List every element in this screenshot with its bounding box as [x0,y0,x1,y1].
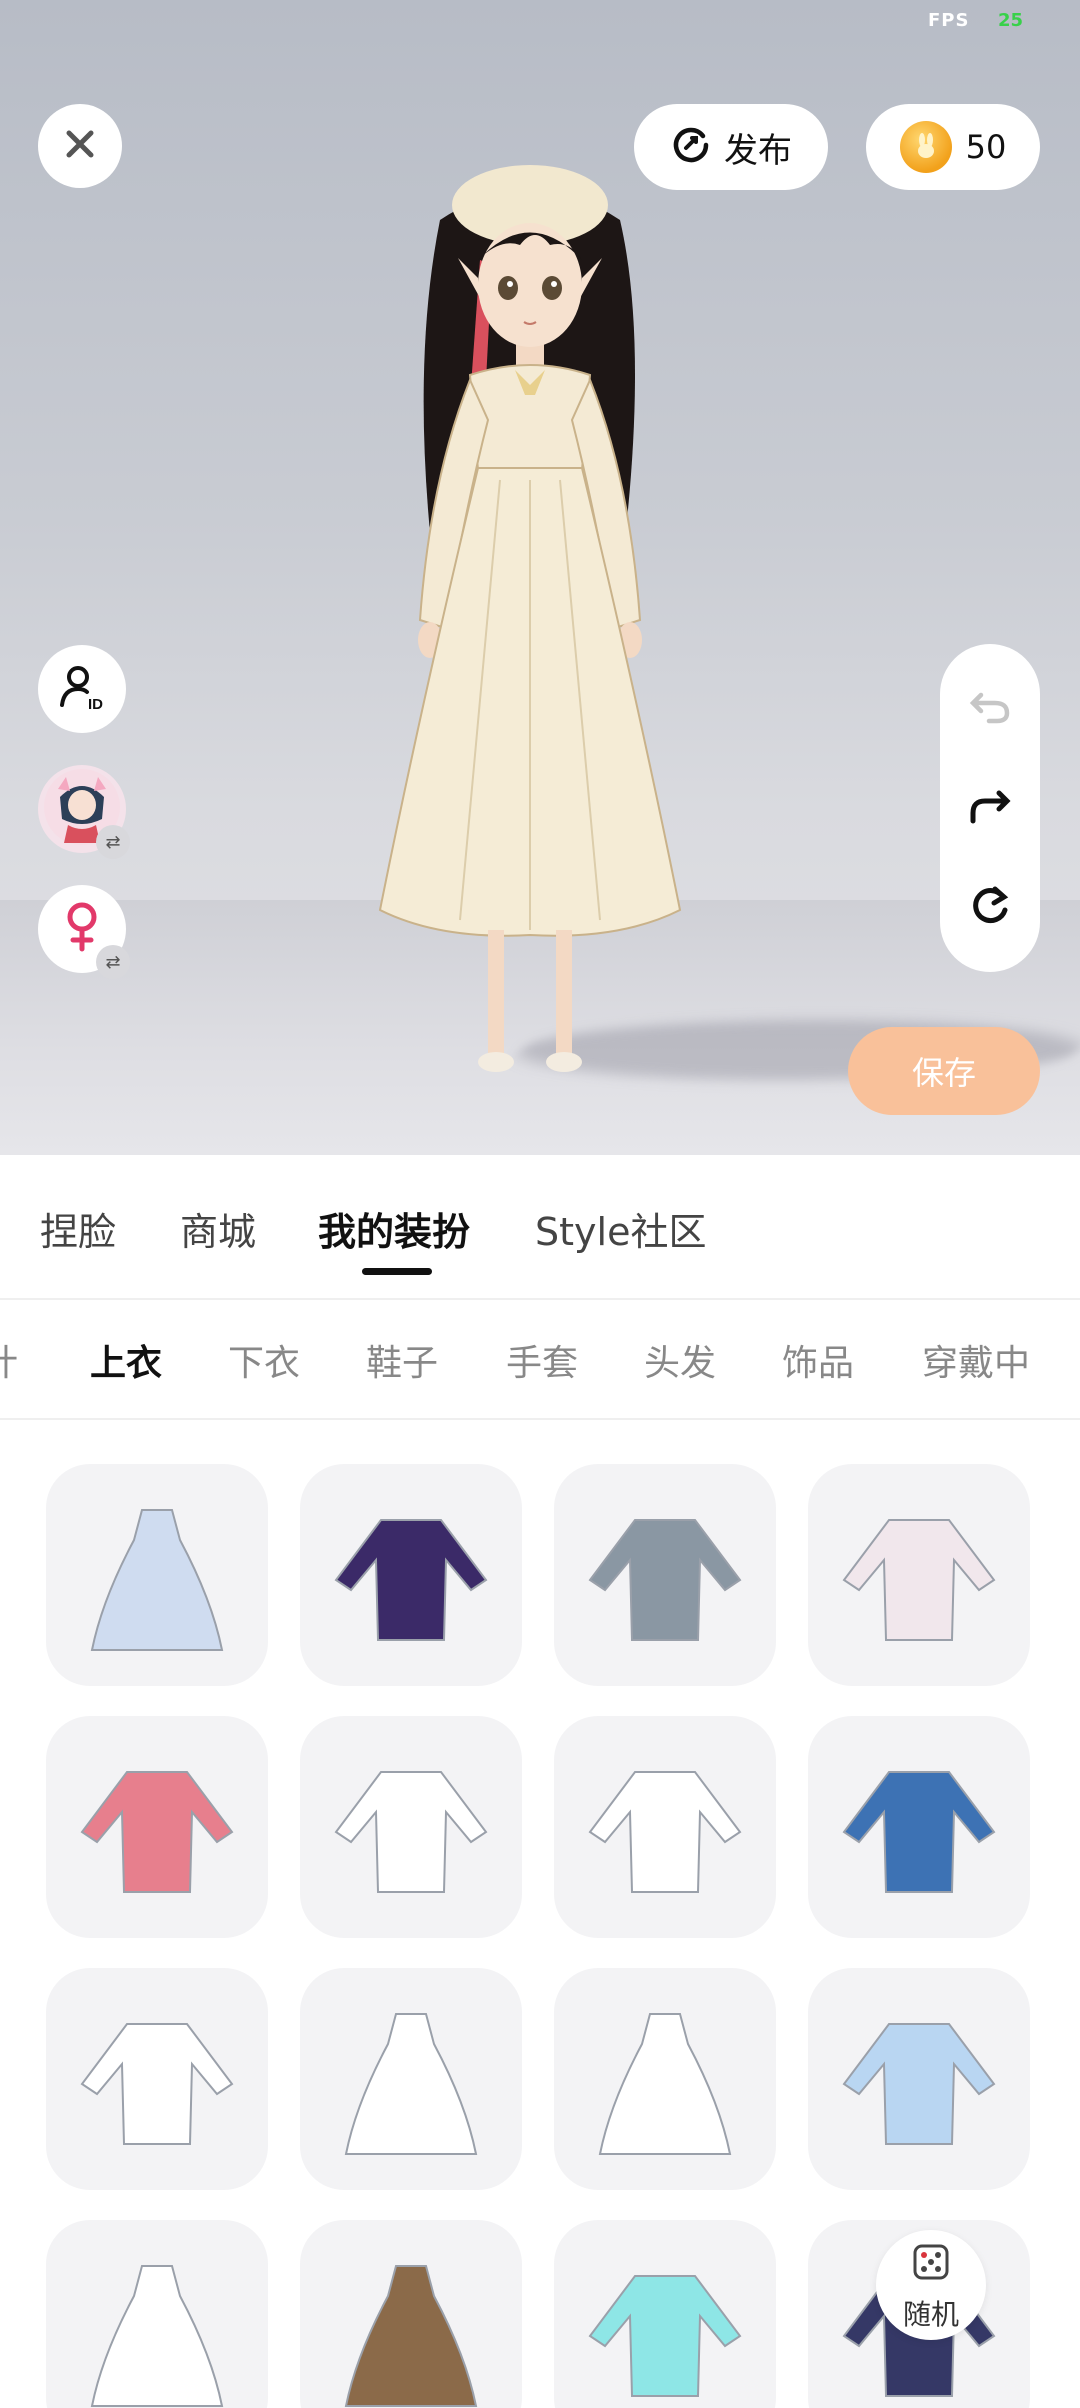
swap-icon: ⇄ [96,825,130,859]
tab-my-outfits[interactable]: 我的装扮 [318,1201,470,1256]
outfit-thumbnail [90,2265,224,2407]
history-controls [940,644,1040,972]
dice-icon [909,2240,953,2291]
outfit-thumbnail [344,2013,478,2155]
outfit-item-blue-blazer[interactable] [808,1716,1030,1938]
outfit-item-white-cardigan-sailor[interactable] [808,1464,1030,1686]
outfit-thumbnail [588,1771,742,1893]
main-tab-bar: 捏脸 商城 我的装扮 Style社区 [0,1155,1080,1300]
female-icon [58,899,106,959]
save-label: 保存 [911,1054,976,1092]
user-id-button[interactable]: ID [38,645,126,733]
avatar-character[interactable] [320,150,740,1100]
publish-button[interactable]: 发布 [634,104,828,190]
category-tab-bar[interactable]: 计 上衣 下衣 鞋子 手套 头发 饰品 穿戴中 [0,1300,1080,1420]
outfit-item-brown-apron-dress[interactable] [300,2220,522,2408]
category-tab-wearing[interactable]: 穿戴中 [922,1334,1030,1386]
tab-face-editor[interactable]: 捏脸 [40,1201,116,1256]
fps-value: 25 [998,10,1024,31]
user-id-icon: ID [54,659,110,719]
category-tab-bottoms[interactable]: 下衣 [228,1334,300,1386]
outfit-thumbnail [842,2023,996,2145]
outfit-item-purple-plaid-outfit[interactable] [300,1464,522,1686]
random-label: 随机 [902,2297,959,2331]
outfit-thumbnail [344,2265,478,2407]
outfit-thumbnail [598,2013,732,2155]
save-button[interactable]: 保存 [848,1027,1040,1115]
category-tab-hair[interactable]: 头发 [644,1334,716,1386]
random-button[interactable]: 随机 [876,2230,986,2340]
outfit-item-light-blue-shirt-tie[interactable] [808,1968,1030,2190]
publish-icon [670,124,712,170]
publish-label: 发布 [724,130,792,171]
gender-switch-button[interactable]: ⇄ [38,885,130,979]
outfit-item-white-long-dress[interactable] [554,1968,776,2190]
outfit-thumbnail [80,1771,234,1893]
avatar-switch-button[interactable]: ⇄ [38,765,130,859]
outfit-thumbnail [842,1771,996,1893]
outfit-item-pink-outline-shirt[interactable] [46,1716,268,1938]
outfit-thumbnail [588,1519,742,1641]
category-tab-tops[interactable]: 上衣 [90,1334,162,1386]
outfit-item-white-coat-dress[interactable] [46,2220,268,2408]
outfit-item-grey-school-uniform[interactable] [554,1464,776,1686]
tab-style-community[interactable]: Style社区 [535,1201,706,1256]
outfit-item-white-apron-dress[interactable] [300,1968,522,2190]
outfit-thumbnail [90,1509,224,1651]
outfit-item-aqua-swimsuit[interactable] [554,2220,776,2408]
swap-icon: ⇄ [96,945,130,979]
outfit-item-white-shirt-bow[interactable] [300,1716,522,1938]
outfit-thumbnail [588,2275,742,2397]
close-button[interactable] [38,104,122,188]
fps-label: FPS [928,10,970,31]
bunny-coin-icon [899,121,952,173]
coin-count: 50 [965,128,1007,166]
redo-icon[interactable] [967,783,1013,833]
coin-balance-button[interactable]: 50 [866,104,1040,190]
outfit-item-white-blouse[interactable] [46,1968,268,2190]
close-icon [63,127,97,165]
id-badge-text: ID [88,696,103,713]
outfit-item-white-ruffle-gown[interactable] [46,1464,268,1686]
outfit-thumbnail [334,1771,488,1893]
category-tab-accessories[interactable]: 饰品 [782,1334,854,1386]
outfit-thumbnail [334,1519,488,1641]
character-preview-stage[interactable]: FPS 25 发布 50 ID ⇄ ⇄ 保存 [0,0,1080,1155]
outfit-thumbnail [842,1519,996,1641]
category-tab-shoes[interactable]: 鞋子 [366,1334,438,1386]
outfit-thumbnail [80,2023,234,2145]
reset-icon[interactable] [967,883,1013,933]
category-tab-partial[interactable]: 计 [0,1334,18,1386]
tab-shop[interactable]: 商城 [180,1201,256,1256]
undo-icon[interactable] [967,683,1013,733]
category-tab-gloves[interactable]: 手套 [506,1334,578,1386]
active-tab-indicator [362,1268,432,1275]
outfit-item-sailor-top-pink-bow[interactable] [554,1716,776,1938]
